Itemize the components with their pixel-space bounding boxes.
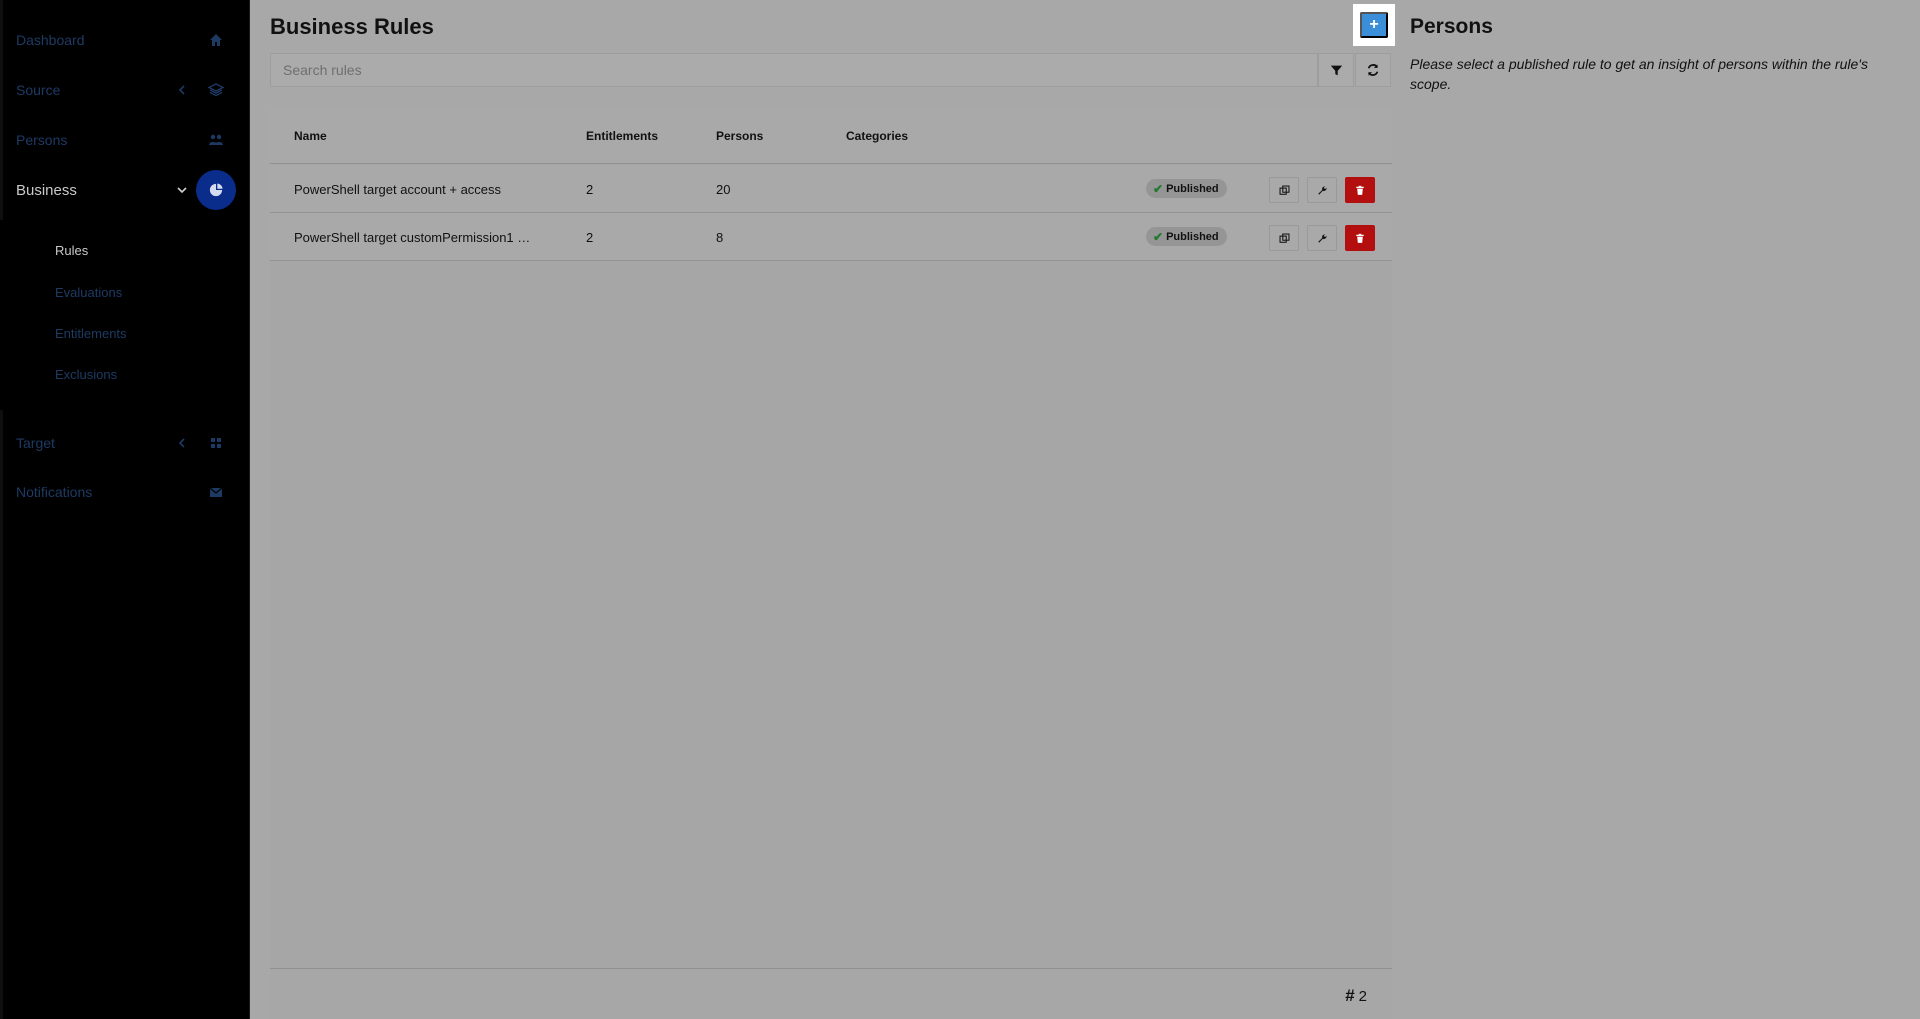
status-badge: ✔ Published xyxy=(1146,227,1227,246)
trash-icon xyxy=(1356,233,1364,243)
sidebar-subitem-rules[interactable]: Rules xyxy=(55,243,88,258)
check-icon: ✔ xyxy=(1153,229,1164,244)
table-footer: # 2 xyxy=(270,968,1392,1019)
rules-table: Name Entitlements Persons Categories Pow… xyxy=(270,108,1392,1019)
sidebar-item-persons[interactable]: Persons xyxy=(0,120,250,160)
add-rule-highlight: + xyxy=(1353,4,1395,46)
sidebar-item-label: Dashboard xyxy=(16,32,85,48)
status-text: Published xyxy=(1166,230,1219,243)
wrench-icon xyxy=(1317,233,1327,243)
sidebar-subitem-entitlements[interactable]: Entitlements xyxy=(55,326,127,341)
chart-pie-icon xyxy=(209,183,223,197)
layers-icon xyxy=(208,83,224,97)
copy-icon xyxy=(1279,233,1289,243)
table-header: Name Entitlements Persons Categories xyxy=(270,108,1392,164)
persons-panel-title: Persons xyxy=(1410,15,1493,38)
chevron-down-icon xyxy=(177,187,187,194)
sidebar-item-source[interactable]: Source xyxy=(0,70,250,110)
column-header-persons[interactable]: Persons xyxy=(716,129,763,143)
table-row[interactable]: PowerShell target account + access 2 20 … xyxy=(270,165,1392,213)
column-header-name[interactable]: Name xyxy=(294,129,327,143)
sidebar-item-target[interactable]: Target xyxy=(0,423,250,463)
rule-persons: 8 xyxy=(716,230,724,245)
filter-button[interactable] xyxy=(1318,53,1354,87)
main-content: Business Rules + Search rules Name Entit… xyxy=(250,0,1920,1019)
sidebar-item-notifications[interactable]: Notifications xyxy=(0,472,250,512)
sidebar-item-label: Notifications xyxy=(16,484,93,500)
edit-rule-button[interactable] xyxy=(1307,225,1337,251)
envelope-icon xyxy=(209,487,223,497)
delete-rule-button[interactable] xyxy=(1345,225,1375,251)
sidebar-divider xyxy=(0,410,3,1019)
page-title-bold: Rules xyxy=(373,14,434,39)
users-icon xyxy=(209,134,223,145)
copy-rule-button[interactable] xyxy=(1269,177,1299,203)
sidebar-item-dashboard[interactable]: Dashboard xyxy=(0,20,250,60)
hash-icon: # xyxy=(1345,986,1355,1005)
table-row[interactable]: PowerShell target customPermission1 … 2 … xyxy=(270,213,1392,261)
sidebar: Dashboard Source Persons Business Rules … xyxy=(0,0,250,1019)
check-icon: ✔ xyxy=(1153,181,1164,196)
rule-count-value: 2 xyxy=(1358,987,1367,1005)
rule-name: PowerShell target account + access xyxy=(294,182,502,197)
copy-rule-button[interactable] xyxy=(1269,225,1299,251)
home-icon xyxy=(210,34,222,46)
refresh-button[interactable] xyxy=(1355,53,1391,87)
filter-icon xyxy=(1330,65,1342,75)
chevron-left-icon xyxy=(178,85,185,95)
sidebar-divider xyxy=(0,0,3,220)
rule-persons: 20 xyxy=(716,182,731,197)
persons-panel-note: Please select a published rule to get an… xyxy=(1410,56,1868,92)
status-text: Published xyxy=(1166,182,1219,195)
sidebar-item-business[interactable]: Business xyxy=(0,170,250,210)
edit-rule-button[interactable] xyxy=(1307,177,1337,203)
page-title: Business Rules xyxy=(270,14,434,40)
rule-name: PowerShell target customPermission1 … xyxy=(294,230,531,245)
delete-rule-button[interactable] xyxy=(1345,177,1375,203)
rule-entitlements: 2 xyxy=(586,230,594,245)
sidebar-item-label: Target xyxy=(16,435,55,451)
rule-entitlements: 2 xyxy=(586,182,594,197)
status-badge: ✔ Published xyxy=(1146,179,1227,198)
refresh-icon xyxy=(1367,64,1379,76)
sidebar-subitem-exclusions[interactable]: Exclusions xyxy=(55,367,117,382)
sidebar-subitem-evaluations[interactable]: Evaluations xyxy=(55,285,122,300)
column-header-categories[interactable]: Categories xyxy=(846,129,908,143)
add-rule-button[interactable]: + xyxy=(1360,12,1388,38)
copy-icon xyxy=(1279,185,1289,195)
wrench-icon xyxy=(1317,185,1327,195)
sidebar-item-label: Business xyxy=(16,181,77,199)
sidebar-item-label: Persons xyxy=(16,132,68,148)
page-title-light: Business xyxy=(270,14,368,39)
grid-icon xyxy=(211,438,221,448)
chevron-left-icon xyxy=(178,438,185,448)
rule-count: # 2 xyxy=(1345,986,1367,1006)
search-input[interactable]: Search rules xyxy=(270,53,1318,87)
sidebar-item-label: Source xyxy=(16,82,61,98)
trash-icon xyxy=(1356,185,1364,195)
business-icon-badge xyxy=(196,170,236,210)
column-header-entitlements[interactable]: Entitlements xyxy=(586,129,658,143)
